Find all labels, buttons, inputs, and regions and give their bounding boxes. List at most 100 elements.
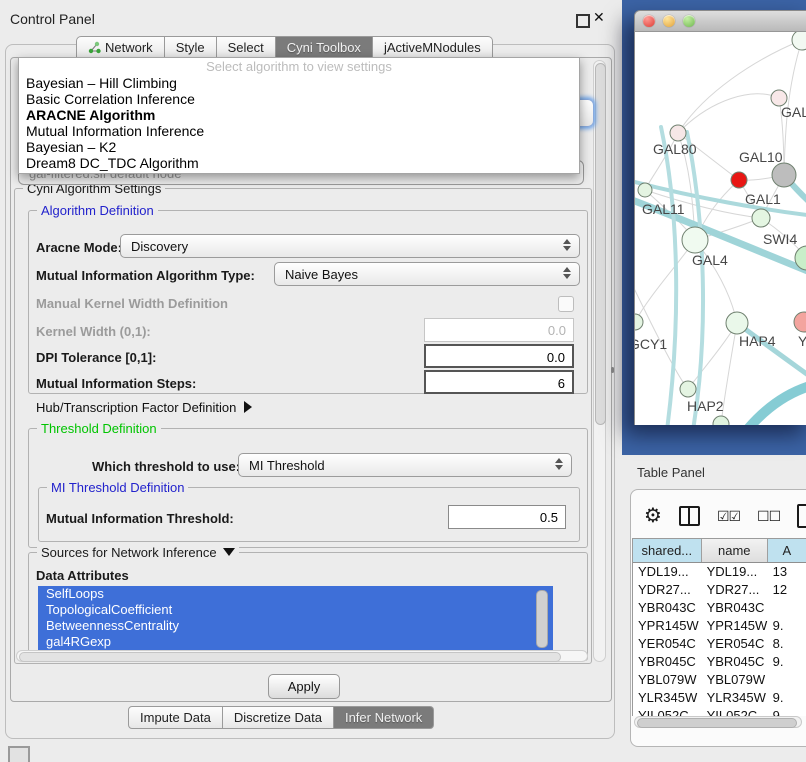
manual-kernel-label: Manual Kernel Width Definition (36, 296, 228, 311)
deselect-all-checkboxes-icon[interactable]: ☐☐ (757, 508, 780, 525)
table-cell: YLR345W (702, 689, 768, 707)
threshold-definition-title: Threshold Definition (37, 421, 161, 436)
network-node[interactable] (731, 172, 747, 188)
network-icon (88, 41, 101, 54)
export-table-icon[interactable] (797, 504, 806, 528)
tab-impute-data[interactable]: Impute Data (128, 706, 223, 729)
mi-steps-label: Mutual Information Steps: (36, 376, 196, 391)
zoom-traffic-light-icon[interactable] (683, 15, 695, 27)
data-attribute-item[interactable]: BetweennessCentrality (38, 618, 553, 634)
mi-threshold-field[interactable]: 0.5 (448, 505, 566, 529)
tab-label: Network (105, 37, 153, 58)
dpi-tolerance-field[interactable]: 0.0 (424, 344, 574, 368)
mi-type-label: Mutual Information Algorithm Type: (36, 268, 255, 283)
column-header-1[interactable]: shared... (633, 539, 702, 562)
which-threshold-combo[interactable]: MI Threshold (238, 453, 572, 477)
application-root: Control Panel ✕ NetworkStyleSelectCyni T… (0, 0, 806, 762)
settings-vertical-scrollbar[interactable] (593, 60, 606, 662)
data-attribute-item[interactable]: gal4RGexp (38, 634, 553, 650)
aracne-mode-label: Aracne Mode: (36, 240, 122, 255)
table-row[interactable]: YPR145WYPR145W9. (633, 617, 806, 635)
tab-style[interactable]: Style (165, 36, 217, 59)
tab-label: Select (228, 37, 264, 58)
tab-select[interactable]: Select (217, 36, 276, 59)
tab-discretize-data[interactable]: Discretize Data (223, 706, 334, 729)
tab-cyni-toolbox[interactable]: Cyni Toolbox (276, 36, 373, 59)
table-toolbar: ⚙ ☑☑ ☐☐ (630, 500, 806, 532)
node-label: GAL11 (642, 201, 685, 217)
settings-horizontal-scrollbar[interactable] (16, 650, 588, 662)
apply-button[interactable]: Apply (268, 674, 340, 699)
network-node[interactable] (794, 312, 806, 332)
network-node[interactable] (792, 32, 806, 50)
network-canvas[interactable]: GALGAL80GAL10GAL11GAL1SWI4GAL4GCY1HAP4YH… (634, 32, 806, 425)
table-cell: 12 (768, 581, 806, 599)
network-node[interactable] (638, 183, 652, 197)
mi-steps-field[interactable]: 6 (424, 370, 574, 394)
table-row[interactable]: YBR043CYBR043C (633, 599, 806, 617)
node-label: GAL4 (692, 252, 728, 268)
tab-label: Discretize Data (234, 707, 322, 728)
table-row[interactable]: YBR045CYBR045C9. (633, 653, 806, 671)
table-panel-title: Table Panel (637, 465, 705, 480)
table-row[interactable]: YER054CYER054C8. (633, 635, 806, 653)
table-cell: YER054C (633, 635, 702, 653)
mi-threshold-label: Mutual Information Threshold: (46, 511, 234, 526)
network-node[interactable] (670, 125, 686, 141)
data-attribute-item[interactable]: SelfLoops (38, 586, 553, 602)
table-row[interactable]: YDL19...YDL19...13 (633, 563, 806, 581)
network-node[interactable] (726, 312, 748, 334)
network-edge (661, 127, 676, 425)
column-header-2[interactable]: name (702, 539, 768, 562)
table-horizontal-scrollbar[interactable] (634, 716, 802, 728)
hub-definition-toggle[interactable]: Hub/Transcription Factor Definition (36, 400, 252, 415)
kernel-width-field[interactable]: 0.0 (424, 318, 574, 342)
table-row[interactable]: YBL079WYBL079W (633, 671, 806, 689)
expand-right-icon (244, 401, 252, 413)
network-window-titlebar[interactable] (634, 10, 806, 32)
dropdown-item[interactable]: Bayesian – Hill Climbing (19, 75, 579, 91)
table-cell: YDR27... (633, 581, 702, 599)
splitter-handle[interactable] (611, 367, 614, 373)
table-cell: 8. (768, 635, 806, 653)
dropdown-item[interactable]: Basic Correlation Inference (19, 91, 579, 107)
table-cell: YDR27... (702, 581, 768, 599)
tab-infer-network[interactable]: Infer Network (334, 706, 434, 729)
data-attribute-item[interactable]: TopologicalCoefficient (38, 602, 553, 618)
spinner-arrows-icon (562, 239, 571, 251)
manual-kernel-checkbox[interactable] (558, 296, 574, 312)
tab-label: jActiveMNodules (384, 37, 481, 58)
float-window-icon[interactable] (576, 14, 590, 28)
dropdown-item[interactable]: Bayesian – K2 (19, 139, 579, 155)
network-node[interactable] (713, 416, 729, 425)
table-cell: YDL19... (702, 563, 768, 581)
gear-icon[interactable]: ⚙ (644, 506, 662, 526)
network-node[interactable] (635, 314, 643, 330)
aracne-mode-combo[interactable]: Discovery (120, 234, 580, 258)
table-row[interactable]: YLR345WYLR345W9. (633, 689, 806, 707)
collapsed-panel-icon[interactable] (8, 746, 30, 762)
network-node[interactable] (772, 163, 796, 187)
mi-type-combo[interactable]: Naive Bayes (274, 262, 580, 286)
dropdown-item[interactable]: ARACNE Algorithm (19, 107, 579, 123)
close-window-icon[interactable]: ✕ (593, 9, 605, 26)
network-node[interactable] (682, 227, 708, 253)
network-node[interactable] (680, 381, 696, 397)
table-row[interactable]: YDR27...YDR27...12 (633, 581, 806, 599)
network-node[interactable] (752, 209, 770, 227)
tab-network[interactable]: Network (76, 36, 165, 59)
tab-label: Impute Data (140, 707, 211, 728)
list-scrollbar[interactable] (536, 590, 548, 648)
dropdown-item[interactable]: Mutual Information Inference (19, 123, 579, 139)
node-label: SWI4 (763, 231, 797, 247)
dropdown-item[interactable]: Dream8 DC_TDC Algorithm (19, 155, 579, 171)
tab-jactivemnodules[interactable]: jActiveMNodules (373, 36, 493, 59)
close-traffic-light-icon[interactable] (643, 15, 655, 27)
columns-icon[interactable] (679, 506, 700, 526)
table-cell: YBR045C (702, 653, 768, 671)
node-table: shared...nameA YDL19...YDL19...13YDR27..… (632, 538, 806, 716)
minimize-traffic-light-icon[interactable] (663, 15, 675, 27)
table-row[interactable]: YIL052CYIL052C9. (633, 707, 806, 716)
column-header-3[interactable]: A (768, 539, 806, 562)
select-all-checkboxes-icon[interactable]: ☑☑ (717, 508, 740, 525)
